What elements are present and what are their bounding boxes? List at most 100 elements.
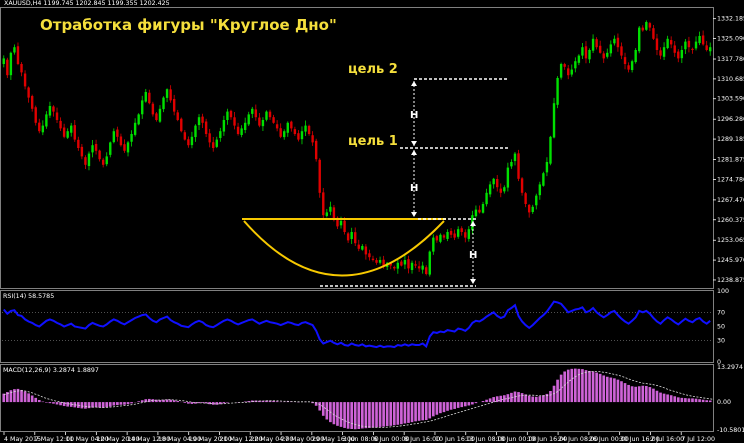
candle-body bbox=[403, 260, 407, 265]
candle-body bbox=[538, 184, 542, 196]
candle-body bbox=[80, 146, 84, 157]
candle-body bbox=[169, 89, 172, 101]
candle-body bbox=[655, 38, 659, 50]
candle-body bbox=[545, 162, 549, 173]
candle-body bbox=[467, 229, 471, 239]
candle-body bbox=[513, 153, 517, 162]
candle-body bbox=[314, 140, 318, 160]
candle-body bbox=[258, 117, 261, 126]
candle-body bbox=[634, 50, 637, 63]
candle-body bbox=[212, 142, 215, 148]
candle-body bbox=[627, 65, 630, 70]
price-tick-label: 1296.280 bbox=[717, 116, 744, 123]
candle-body bbox=[16, 46, 20, 64]
candle-body bbox=[417, 266, 421, 269]
candle-body bbox=[442, 235, 446, 238]
candle-body bbox=[567, 68, 570, 76]
time-axis: 4 May 20157 May 12:0011 May 04:0012 May … bbox=[3, 432, 715, 443]
candle-body bbox=[552, 103, 556, 138]
candle-body bbox=[659, 50, 662, 56]
candle-body bbox=[98, 150, 101, 160]
price-tick-label: 1289.185 bbox=[717, 136, 744, 143]
range-label-1: H bbox=[469, 250, 477, 261]
candle-body bbox=[165, 89, 169, 98]
candle-body bbox=[705, 45, 708, 50]
candle-body bbox=[694, 41, 698, 49]
candle-body bbox=[20, 64, 23, 73]
candle-body bbox=[91, 145, 94, 153]
candle-body bbox=[2, 58, 5, 64]
candle-body bbox=[197, 117, 201, 126]
candle-body bbox=[488, 184, 492, 195]
candle-body bbox=[87, 153, 91, 167]
candle-body bbox=[13, 47, 16, 53]
candle-body bbox=[112, 131, 116, 143]
candle-body bbox=[673, 45, 676, 53]
candle-body bbox=[162, 97, 165, 110]
candle-body bbox=[449, 230, 453, 235]
candle-body bbox=[176, 112, 179, 120]
candle-body bbox=[229, 110, 233, 118]
candle-body bbox=[251, 108, 254, 114]
candle-body bbox=[595, 39, 598, 48]
candle-body bbox=[329, 206, 332, 212]
price-tick-label: 1238.875 bbox=[717, 277, 744, 284]
candle-body bbox=[368, 253, 371, 258]
price-tick-label: 1332.185 bbox=[717, 16, 744, 23]
candle-body bbox=[254, 109, 258, 118]
candle-body bbox=[300, 131, 304, 140]
candle-body bbox=[357, 244, 360, 249]
candle-body bbox=[591, 38, 595, 51]
candle-body bbox=[45, 114, 48, 127]
candle-body bbox=[680, 50, 684, 59]
candle-body bbox=[517, 153, 520, 179]
candle-body bbox=[456, 229, 460, 237]
time-tick-label: 7 Jul 12:00 bbox=[681, 436, 715, 443]
candle-body bbox=[126, 142, 130, 153]
candle-body bbox=[425, 267, 428, 274]
candle-body bbox=[510, 162, 513, 167]
candle-body bbox=[556, 78, 559, 105]
candle-body bbox=[606, 52, 609, 57]
candle-body bbox=[666, 38, 669, 49]
candle-body bbox=[393, 266, 396, 269]
rsi-tick-label: 50 bbox=[717, 324, 725, 331]
macd-header: MACD(12,26,9) 3.2874 1.8897 bbox=[3, 367, 99, 374]
candle-body bbox=[439, 234, 442, 242]
candle-body bbox=[652, 28, 655, 39]
rounded-bottom-annotation: H H H цель 1 цель 2 bbox=[242, 62, 508, 287]
candle-body bbox=[343, 220, 346, 232]
macd-tick-label: 13.2974 bbox=[717, 364, 743, 371]
candle-body bbox=[524, 193, 527, 204]
candle-body bbox=[293, 129, 297, 134]
candle-body bbox=[407, 259, 410, 269]
candle-body bbox=[527, 204, 531, 213]
macd-tick-label: -10.5801 bbox=[717, 427, 744, 434]
candle-body bbox=[62, 127, 66, 137]
chart-area: XAUUSD,H4 1199.745 1202.845 1199.355 120… bbox=[0, 0, 744, 443]
candle-body bbox=[290, 121, 293, 129]
rsi-y-axis: 1007050300 bbox=[717, 288, 729, 366]
price-tick-label: 1260.375 bbox=[717, 217, 744, 224]
candle-body bbox=[119, 136, 123, 146]
price-tick-label: 1303.590 bbox=[717, 96, 744, 103]
candle-body bbox=[641, 27, 644, 31]
candle-body bbox=[304, 125, 307, 132]
candle-body bbox=[187, 139, 190, 146]
candle-body bbox=[101, 159, 105, 165]
candle-body bbox=[361, 246, 364, 250]
candle-body bbox=[485, 192, 488, 205]
candle-body bbox=[584, 46, 588, 59]
candle-body bbox=[261, 120, 265, 127]
candle-body bbox=[630, 61, 634, 71]
price-tick-label: 1317.780 bbox=[717, 56, 744, 63]
price-tick-label: 1281.875 bbox=[717, 157, 744, 164]
candle-body bbox=[559, 64, 563, 78]
candle-body bbox=[66, 131, 69, 138]
candle-body bbox=[73, 125, 76, 140]
candle-body bbox=[432, 237, 435, 252]
candle-body bbox=[268, 111, 272, 118]
candle-body bbox=[222, 120, 226, 132]
candle-body bbox=[339, 220, 343, 226]
candle-body bbox=[151, 103, 155, 115]
